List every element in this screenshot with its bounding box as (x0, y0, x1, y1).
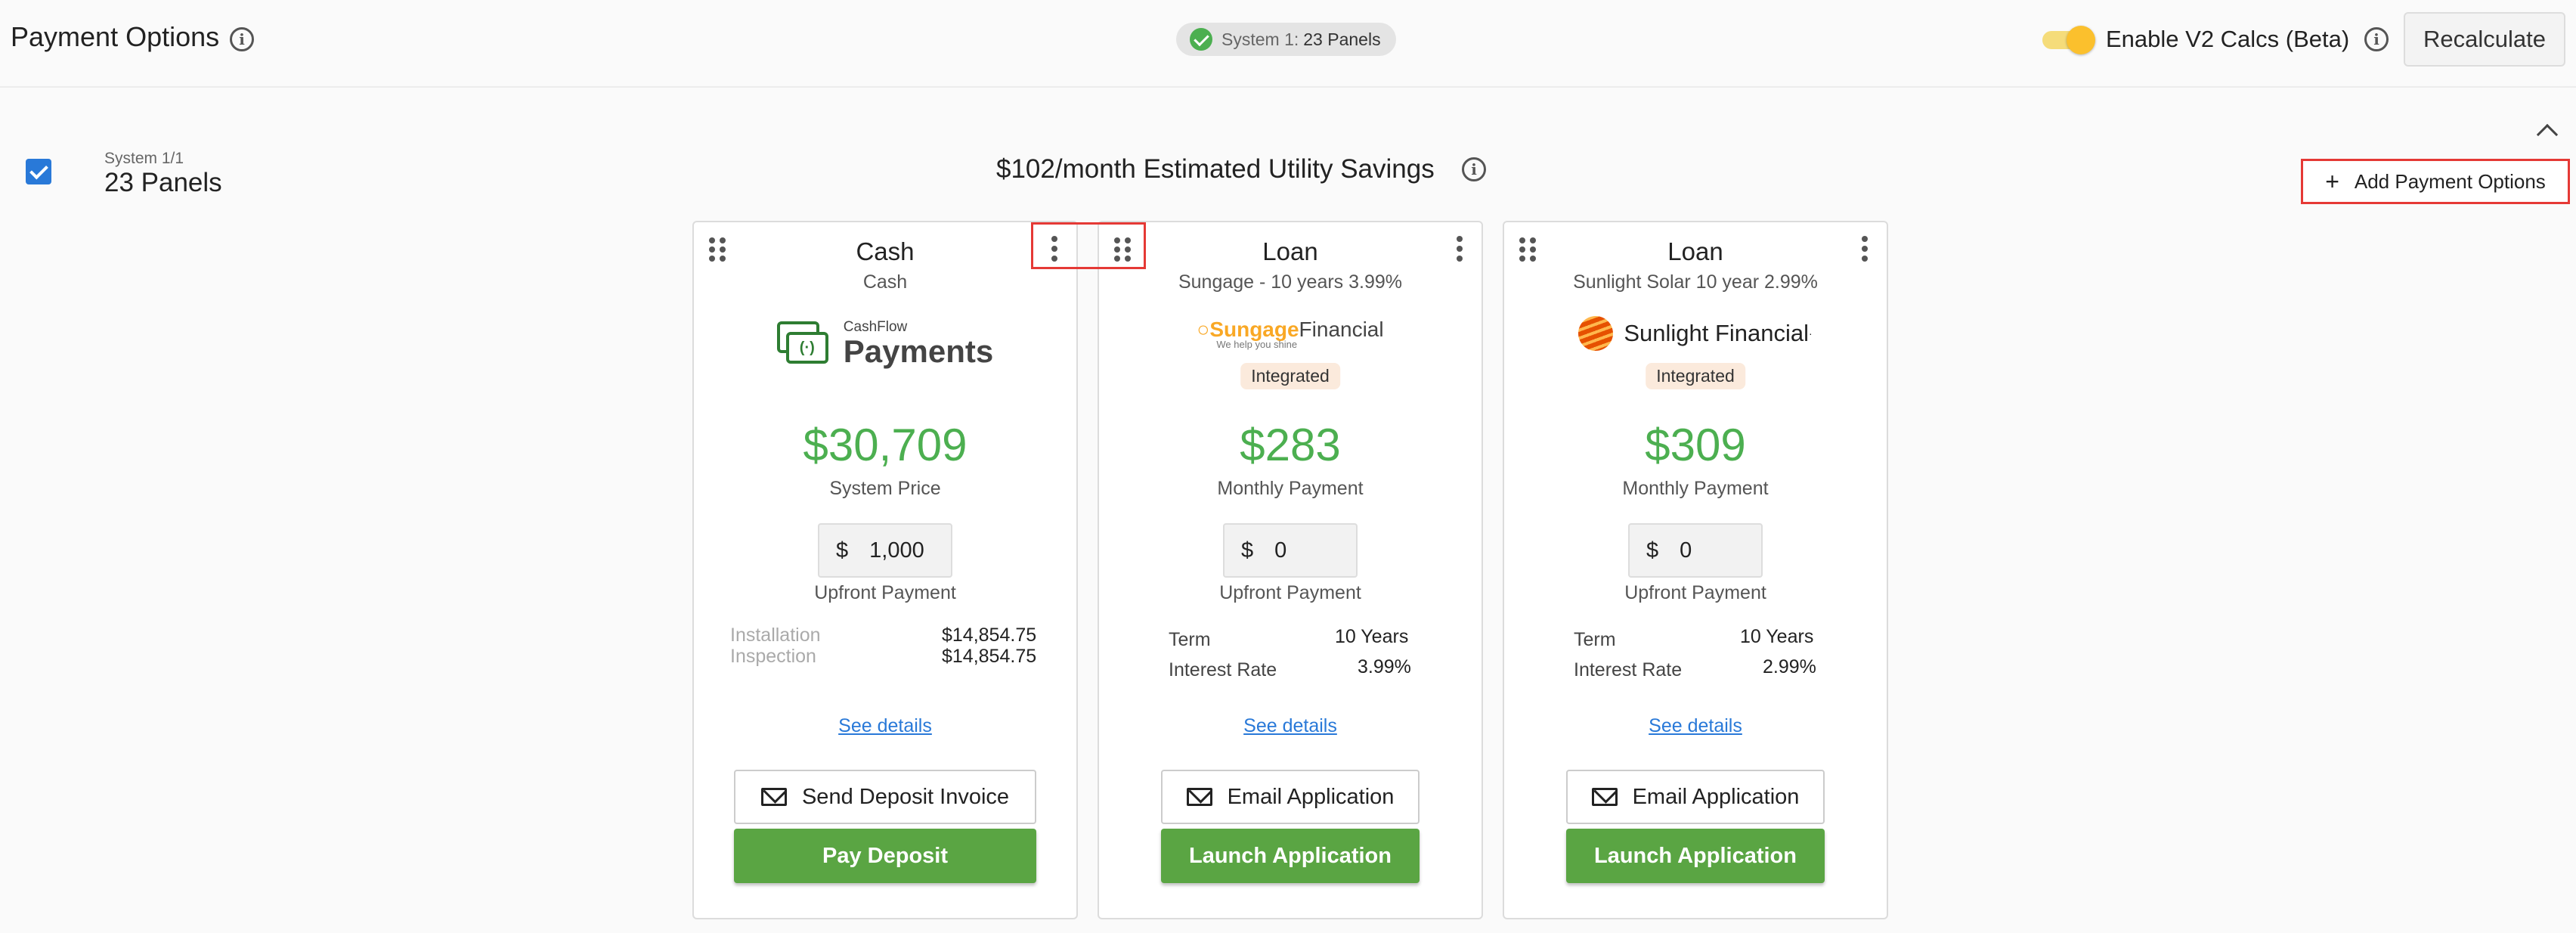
detail-label: Installation (730, 625, 821, 646)
pay-deposit-button[interactable]: Pay Deposit (734, 829, 1036, 883)
amount-label: Monthly Payment (1622, 478, 1769, 499)
mail-icon (1186, 788, 1212, 806)
logo-brand: Sungage (1209, 318, 1299, 341)
logo-brand-suffix: Financial (1299, 318, 1384, 341)
launch-application-button[interactable]: Launch Application (1161, 829, 1420, 883)
detail-value: 2.99% (1763, 656, 1816, 677)
payment-card-sungage: Loan Sungage - 10 years 3.99% ○SungageFi… (1098, 221, 1483, 919)
integrated-badge: Integrated (1646, 363, 1745, 389)
check-circle-icon (1190, 28, 1212, 51)
integrated-badge: Integrated (1240, 363, 1340, 389)
amount-label: System Price (829, 478, 941, 499)
detail-value: 3.99% (1358, 656, 1411, 677)
button-label: Email Application (1632, 784, 1800, 809)
amount-label: Monthly Payment (1217, 478, 1364, 499)
upfront-value: 1,000 (869, 538, 924, 563)
recalculate-button[interactable]: Recalculate (2404, 12, 2565, 67)
logo-big-text: Payments (843, 333, 994, 369)
card-title: Cash (856, 237, 915, 265)
system-chip-value: 23 Panels (1303, 29, 1381, 49)
system-chip-prefix: System 1: (1221, 29, 1299, 49)
button-label: Send Deposit Invoice (801, 784, 1010, 809)
card-title: Loan (1667, 237, 1723, 265)
monthly-payment: $309 (1645, 420, 1746, 470)
cash-icon: (·) (776, 321, 830, 365)
page-title: Payment Options (11, 21, 220, 52)
see-details-link[interactable]: See details (694, 715, 1076, 737)
v2-calcs-toggle[interactable] (2042, 26, 2095, 54)
add-payment-options-button[interactable]: + Add Payment Options (2301, 159, 2570, 204)
chevron-up-icon[interactable] (2536, 123, 2559, 146)
system-count: System 1/1 (104, 150, 184, 167)
plus-icon: + (2325, 167, 2339, 195)
upfront-value: 0 (1274, 538, 1287, 563)
logo-mark: · (1809, 327, 1813, 339)
payment-card-cash: Cash Cash (·) CashFlow Payments $30,709 … (692, 221, 1078, 919)
sun-logo-icon (1578, 316, 1614, 351)
send-deposit-invoice-button[interactable]: Send Deposit Invoice (734, 770, 1036, 824)
see-details-link[interactable]: See details (1099, 715, 1482, 737)
card-title: Loan (1262, 237, 1318, 265)
upfront-value: 0 (1680, 538, 1692, 563)
info-icon[interactable]: i (1462, 157, 1486, 181)
upfront-label: Upfront Payment (1219, 582, 1361, 603)
info-icon[interactable]: i (230, 27, 254, 51)
savings-heading: $102/month Estimated Utility Savings (996, 154, 1435, 184)
detail-label: Interest Rate (1574, 659, 1683, 680)
upfront-label: Upfront Payment (1624, 582, 1766, 603)
currency-symbol: $ (836, 538, 849, 563)
sunlight-logo: Sunlight Financial · (1504, 316, 1887, 351)
detail-value: 10 Years (1740, 626, 1814, 647)
upfront-payment-input[interactable]: $ 0 (1628, 523, 1763, 578)
monthly-payment: $283 (1240, 420, 1341, 470)
toggle-label: Enable V2 Calcs (Beta) (2106, 26, 2350, 52)
currency-symbol: $ (1241, 538, 1254, 563)
button-label: Email Application (1227, 784, 1395, 809)
upfront-payment-input[interactable]: $ 1,000 (818, 523, 952, 578)
sungage-logo: ○SungageFinancial We help you shine (1197, 318, 1384, 350)
highlight-box (1031, 222, 1146, 269)
detail-value: 10 Years (1335, 626, 1409, 647)
email-application-button[interactable]: Email Application (1161, 770, 1420, 824)
header-bar: Payment Options i System 1: 23 Panels En… (0, 0, 2576, 88)
system-price: $30,709 (803, 420, 968, 470)
toggle-thumb (2067, 26, 2095, 54)
detail-label: Term (1169, 629, 1211, 650)
card-subtitle: Sungage - 10 years 3.99% (1178, 271, 1403, 293)
mail-icon (1591, 788, 1618, 806)
cashflow-logo: (·) CashFlow Payments (694, 319, 1076, 367)
mail-icon (760, 788, 787, 806)
system-panels: 23 Panels (104, 168, 222, 197)
detail-label: Term (1574, 629, 1616, 650)
card-subtitle: Cash (862, 271, 908, 293)
add-payment-options-label: Add Payment Options (2354, 169, 2546, 193)
detail-label: Interest Rate (1169, 659, 1277, 680)
upfront-payment-input[interactable]: $ 0 (1223, 523, 1358, 578)
detail-value: $14,854.75 (942, 646, 1037, 667)
detail-label: Inspection (730, 646, 816, 667)
card-subtitle: Sunlight Solar 10 year 2.99% (1573, 271, 1818, 293)
payment-card-sunlight: Loan Sunlight Solar 10 year 2.99% Sunlig… (1503, 221, 1888, 919)
currency-symbol: $ (1646, 538, 1659, 563)
see-details-link[interactable]: See details (1504, 715, 1887, 737)
logo-brand: Sunlight Financial (1624, 320, 1810, 346)
email-application-button[interactable]: Email Application (1566, 770, 1825, 824)
launch-application-button[interactable]: Launch Application (1566, 829, 1825, 883)
upfront-label: Upfront Payment (814, 582, 956, 603)
system-chip: System 1: 23 Panels (1176, 23, 1396, 56)
info-icon[interactable]: i (2364, 27, 2389, 51)
system-checkbox[interactable] (26, 159, 51, 184)
detail-value: $14,854.75 (942, 625, 1037, 646)
